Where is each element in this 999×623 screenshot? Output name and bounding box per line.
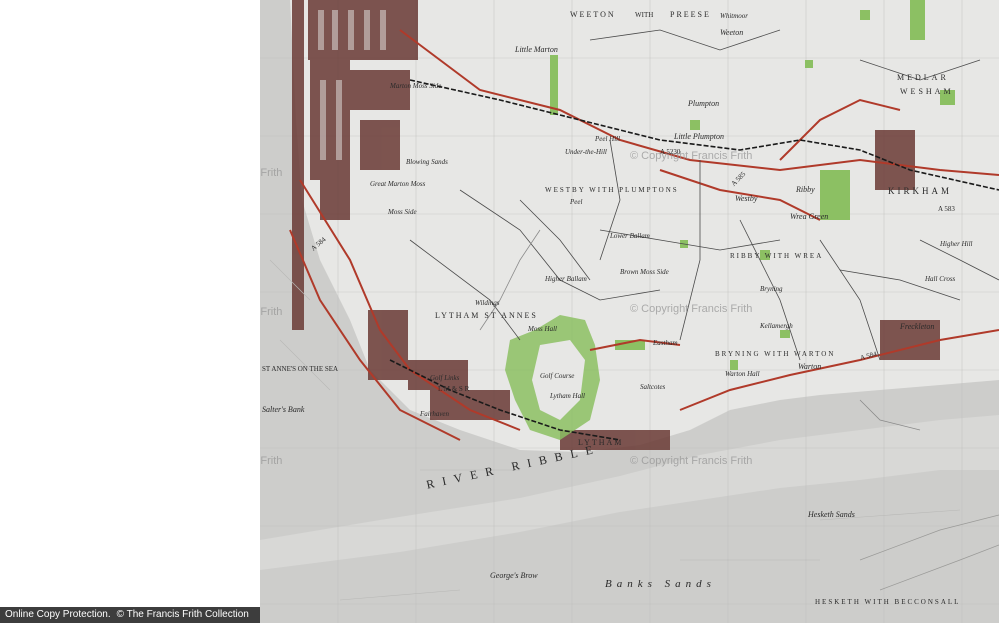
watermark-text: © Copyright Francis Frith [630, 455, 753, 467]
place-label: LYTHAM ST ANNES [435, 311, 538, 320]
place-label: Kellamergh [760, 322, 793, 330]
place-label: Saltcotes [640, 383, 666, 391]
place-label: Salter's Bank [262, 405, 305, 414]
place-label: WEETON [570, 10, 616, 19]
place-label: Wildings [475, 299, 500, 307]
map-viewer[interactable]: © Copyright Francis Frith © Copyright Fr… [0, 0, 999, 623]
place-label: KIRKHAM [888, 186, 953, 196]
copyright-footer: Online Copy Protection. © The Francis Fri… [0, 607, 260, 623]
historic-map[interactable]: © Copyright Francis Frith © Copyright Fr… [260, 0, 999, 623]
place-label: RIBBY WITH WREA [730, 252, 824, 260]
place-label: Great Marton Moss [370, 180, 426, 188]
watermark-text: © Copyright Francis Frith [630, 303, 753, 315]
watermark-text: © Copyright Francis Frith [260, 306, 283, 318]
place-label: Whitmoor [720, 12, 748, 20]
place-label: Higher Hill [940, 240, 973, 248]
place-label: Moss Side [388, 208, 417, 216]
watermark-text: © Copyright Francis Frith [260, 455, 283, 467]
place-label: Freckleton [900, 322, 935, 331]
place-label: Weeton [720, 28, 744, 37]
place-label: Plumpton [688, 99, 720, 108]
place-label: Eastham [653, 339, 678, 347]
road-label: A 5230 [660, 148, 681, 156]
place-label: HESKETH WITH BECCONSALL [815, 598, 961, 606]
place-label: ST ANNE'S ON THE SEA [262, 365, 339, 373]
place-label: L M & S R [438, 385, 470, 393]
place-label: Little Marton [515, 45, 558, 54]
place-label: Blowing Sands [406, 158, 448, 166]
place-label: Peel [570, 198, 583, 206]
place-label: Warton [798, 362, 822, 371]
place-label: WESHAM [900, 87, 954, 96]
place-label: WITH [635, 11, 654, 19]
place-label: MEDLAR [897, 73, 949, 82]
place-label: George's Brow [490, 571, 538, 580]
place-label: Banks Sands [605, 578, 716, 590]
place-label: Under-the-Hill [565, 148, 607, 156]
place-label: Lytham Hall [550, 392, 585, 400]
place-label: Warton Hall [725, 370, 760, 378]
place-label: Higher Ballam [545, 275, 587, 283]
place-label: Fairhaven [420, 410, 450, 418]
place-label: Golf Links [430, 374, 460, 382]
watermark-text: © Copyright Francis Frith [260, 167, 283, 179]
place-label: Marton Moss Side [390, 82, 442, 90]
place-label: Moss Hall [528, 325, 557, 333]
place-label: Hesketh Sands [808, 510, 855, 519]
place-label: Peel Hill [595, 135, 621, 143]
place-label: Ribby [796, 185, 815, 194]
place-label: BRYNING WITH WARTON [715, 350, 836, 358]
place-label: Wrea Green [790, 212, 829, 221]
road-label: A 583 [938, 205, 955, 213]
place-label: PREESE [670, 10, 711, 19]
place-label: WESTBY WITH PLUMPTONS [545, 186, 679, 194]
place-label: Golf Course [540, 372, 575, 380]
place-label: Bryning [760, 285, 783, 293]
place-label: Brown Moss Side [620, 268, 669, 276]
watermark-text: © Copyright Francis Frith [630, 150, 753, 162]
place-label: Little Plumpton [674, 132, 724, 141]
place-label: Lower Ballam [610, 232, 650, 240]
place-label: Hall Cross [925, 275, 956, 283]
online-copy-protection-link[interactable]: Online Copy Protection. [5, 609, 111, 620]
copyright-text: © The Francis Frith Collection [116, 609, 249, 620]
place-label: Westby [735, 194, 758, 203]
